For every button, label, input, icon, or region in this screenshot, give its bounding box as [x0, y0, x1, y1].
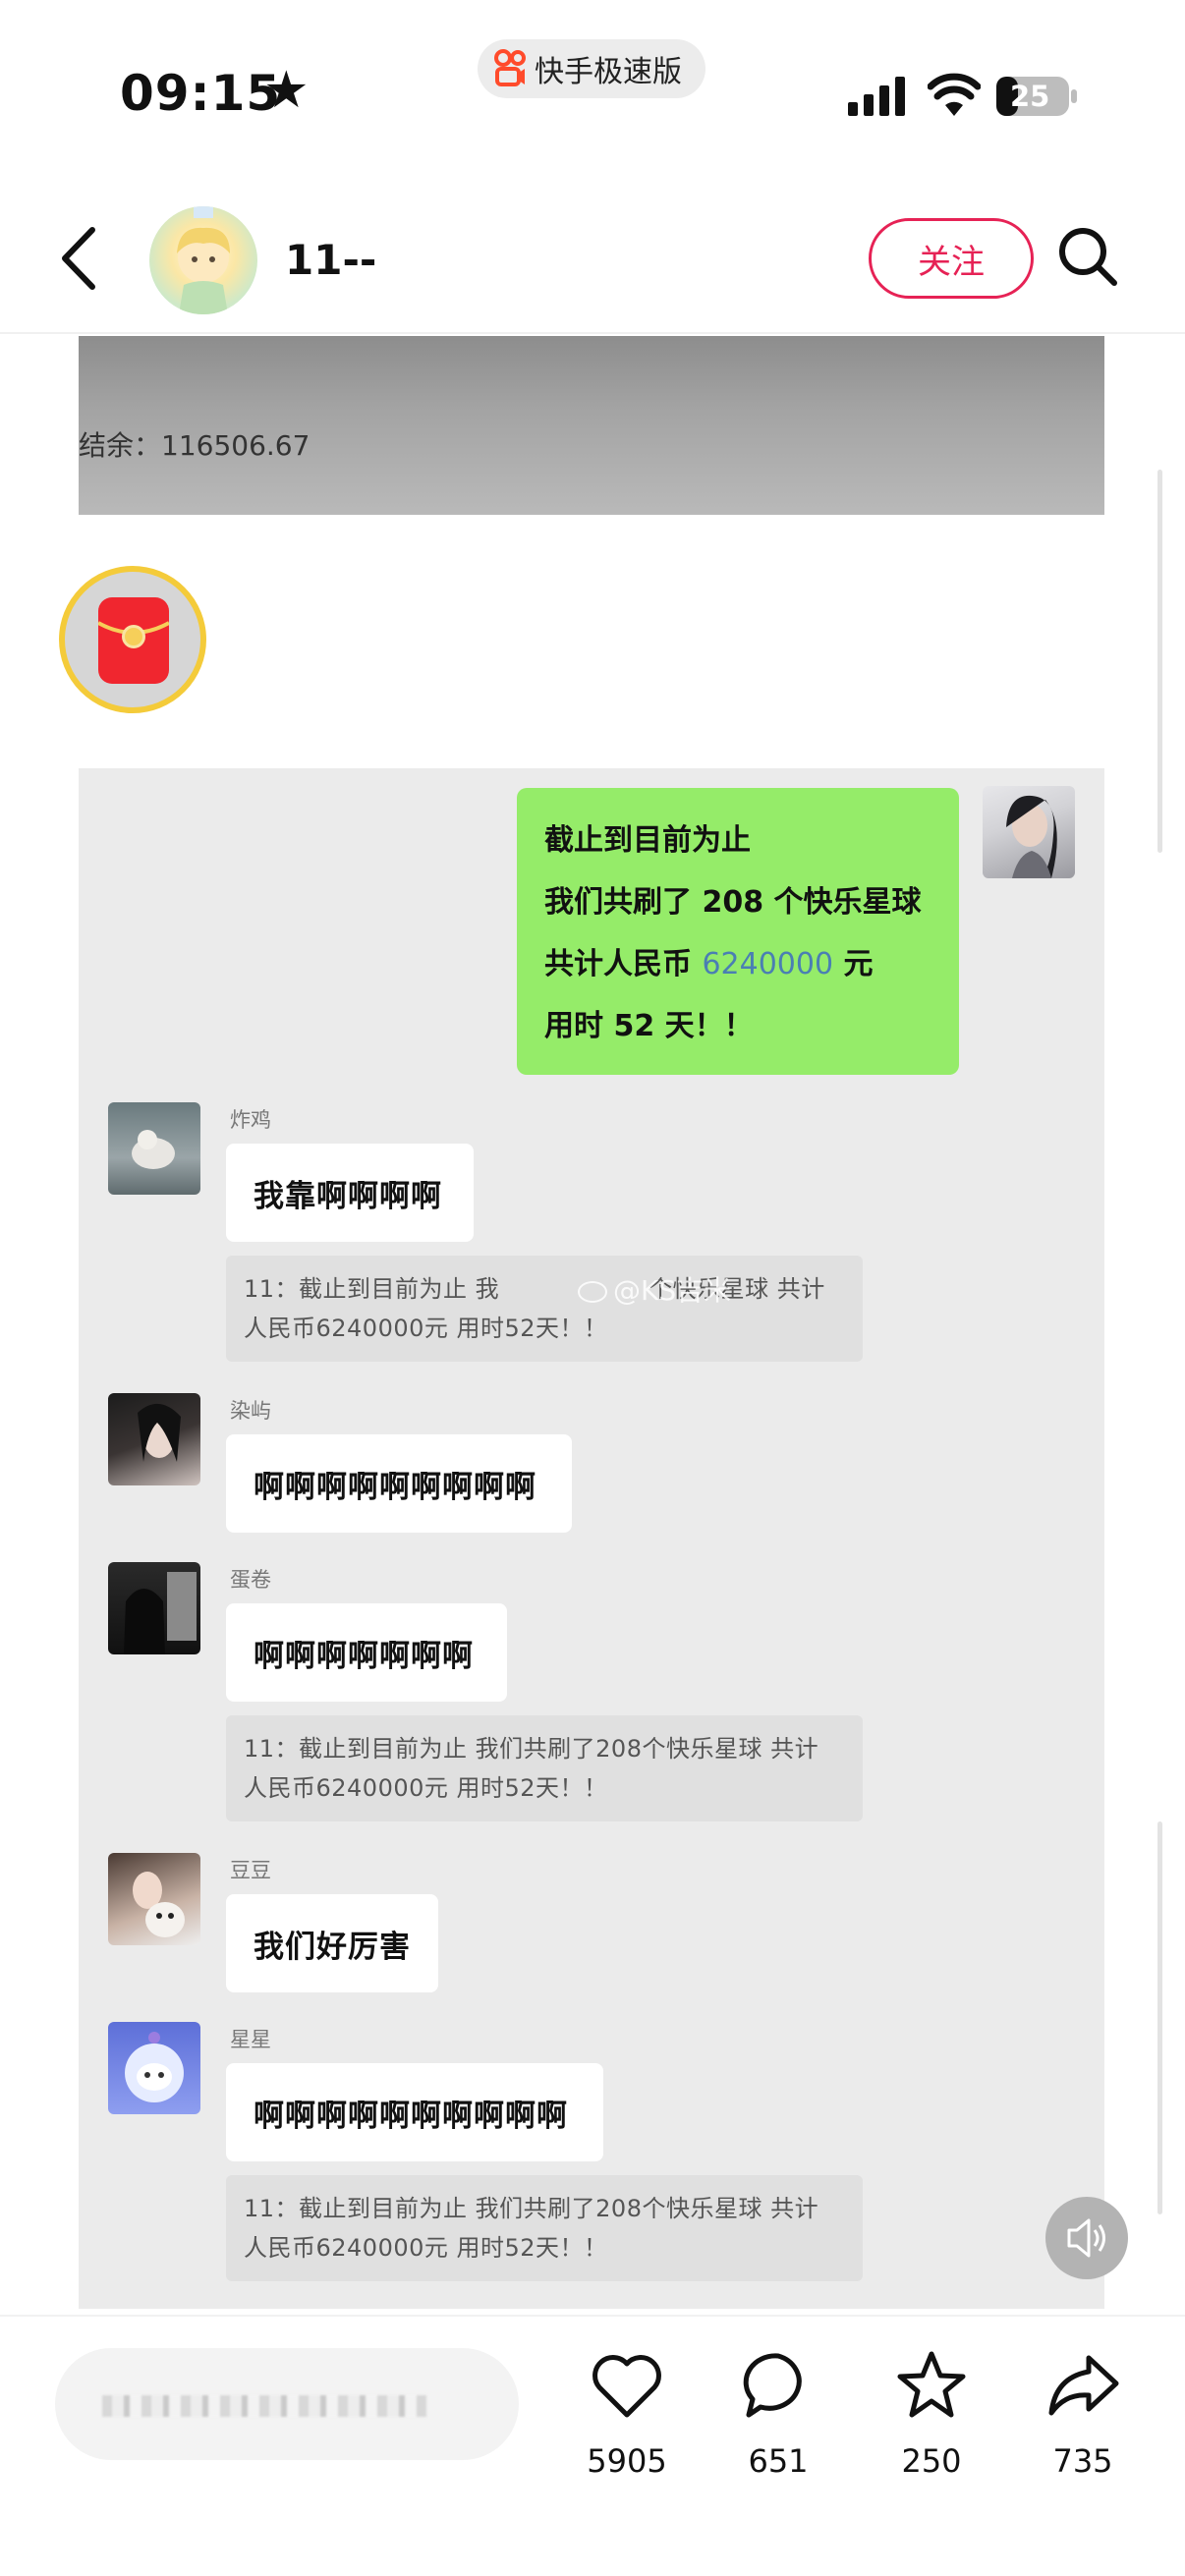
- quoted-message: 11：截止到目前为止 我们共刷了208个快乐星球 共计 人民币6240000元 …: [226, 2175, 863, 2281]
- my-message-line-3: 共计人民币 6240000 元: [544, 933, 931, 995]
- red-packet-button[interactable]: [59, 566, 206, 713]
- username[interactable]: 11--: [285, 236, 376, 284]
- message-bubble: 啊啊啊啊啊啊啊啊啊: [226, 1434, 572, 1533]
- watermark: @KS吉米: [578, 1269, 731, 1309]
- chat-screenshot: 截止到目前为止 我们共刷了 208 个快乐星球 共计人民币 6240000 元 …: [79, 768, 1104, 2309]
- like-count: 5905: [587, 2442, 667, 2480]
- profile-header: 11-- 关注: [0, 196, 1185, 334]
- message-bubble: 我靠啊啊啊啊: [226, 1144, 474, 1242]
- sender-name: 蛋卷: [230, 1568, 271, 1592]
- back-icon[interactable]: [55, 224, 104, 293]
- heart-icon: [592, 2355, 661, 2418]
- sender-name: 炸鸡: [230, 1108, 271, 1132]
- follow-button[interactable]: 关注: [869, 218, 1034, 299]
- my-avatar: [983, 786, 1075, 878]
- favorite-button[interactable]: 250: [873, 2346, 990, 2503]
- my-message-line-4: 用时 52 天！！: [544, 1009, 754, 1043]
- sender-name: 星星: [230, 2028, 271, 2051]
- quoted-message: 11：截止到目前为止 我个快乐星球 共计 人民币6240000元 用时52天！！: [226, 1256, 863, 1362]
- watermark-text: @KS吉米: [613, 1274, 732, 1307]
- sender-avatar: [108, 1393, 200, 1485]
- scrollbar[interactable]: [1157, 470, 1162, 853]
- post-image-balance: 结余：116506.67: [79, 336, 1104, 515]
- comment-button[interactable]: 651: [719, 2346, 837, 2503]
- comment-count: 651: [748, 2442, 809, 2480]
- bottom-action-bar: 5905 651 250 735: [0, 2315, 1185, 2576]
- status-time: 09:15: [120, 65, 282, 122]
- sender-avatar: [108, 1562, 200, 1654]
- sender-avatar: [108, 2022, 200, 2114]
- quote-line-1-start: 11：截止到目前为止 我: [244, 1275, 500, 1303]
- sender-avatar: [108, 1102, 200, 1195]
- my-message-bubble: 截止到目前为止 我们共刷了 208 个快乐星球 共计人民币 6240000 元 …: [517, 788, 959, 1075]
- message-bubble: 啊啊啊啊啊啊啊: [226, 1603, 507, 1702]
- quote-line-2: 人民币6240000元 用时52天！！: [244, 1774, 608, 1802]
- star-icon: [897, 2351, 966, 2418]
- sender-avatar: [108, 1853, 200, 1945]
- share-icon: [1048, 2355, 1119, 2416]
- balance-text: 结余：116506.67: [79, 429, 310, 462]
- sender-name: 染屿: [230, 1399, 271, 1423]
- weibo-icon: [578, 1281, 607, 1303]
- comment-input[interactable]: [55, 2348, 519, 2460]
- message-bubble: 啊啊啊啊啊啊啊啊啊啊: [226, 2063, 603, 2161]
- battery-icon: 25: [996, 77, 1077, 116]
- message-bubble: 我们好厉害: [226, 1894, 438, 1992]
- comment-placeholder-blurred: [102, 2395, 426, 2417]
- share-button[interactable]: 735: [1024, 2346, 1142, 2503]
- speaker-icon[interactable]: [1045, 2197, 1128, 2279]
- comment-icon: [743, 2353, 802, 2418]
- amount-suffix: 元: [833, 947, 874, 981]
- amount-value: 6240000: [702, 947, 834, 981]
- like-button[interactable]: 5905: [568, 2346, 686, 2503]
- quote-line-1: 11：截止到目前为止 我们共刷了208个快乐星球 共计: [244, 1735, 819, 1763]
- kuaishou-logo-icon: [493, 49, 527, 88]
- quote-line-1: 11：截止到目前为止 我们共刷了208个快乐星球 共计: [244, 2195, 819, 2222]
- quote-line-2: 人民币6240000元 用时52天！！: [244, 1315, 608, 1342]
- star-icon: ★: [263, 61, 310, 120]
- scrollbar[interactable]: [1157, 1821, 1162, 2214]
- wifi-icon: [927, 73, 982, 116]
- share-count: 735: [1052, 2442, 1113, 2480]
- quote-line-1: 11：截止到目前为止 我个快乐星球 共计: [244, 1269, 845, 1309]
- cellular-signal-icon: [848, 77, 907, 116]
- search-icon[interactable]: [1055, 224, 1120, 289]
- battery-level: 25: [1010, 80, 1050, 113]
- red-envelope-clasp: [122, 625, 145, 648]
- sender-name: 豆豆: [230, 1859, 271, 1882]
- status-bar: 09:15 ★ 快手极速版 25: [0, 0, 1185, 172]
- quoted-message: 11：截止到目前为止 我们共刷了208个快乐星球 共计 人民币6240000元 …: [226, 1715, 863, 1821]
- quote-line-2: 人民币6240000元 用时52天！！: [244, 2234, 608, 2262]
- my-message-line-1: 截止到目前为止: [544, 823, 751, 858]
- my-message-line-2: 我们共刷了 208 个快乐星球: [544, 885, 922, 920]
- app-indicator-pill[interactable]: 快手极速版: [478, 39, 705, 98]
- app-name: 快手极速版: [535, 55, 682, 89]
- avatar[interactable]: [149, 206, 257, 314]
- amount-prefix: 共计人民币: [544, 947, 703, 981]
- favorite-count: 250: [901, 2442, 962, 2480]
